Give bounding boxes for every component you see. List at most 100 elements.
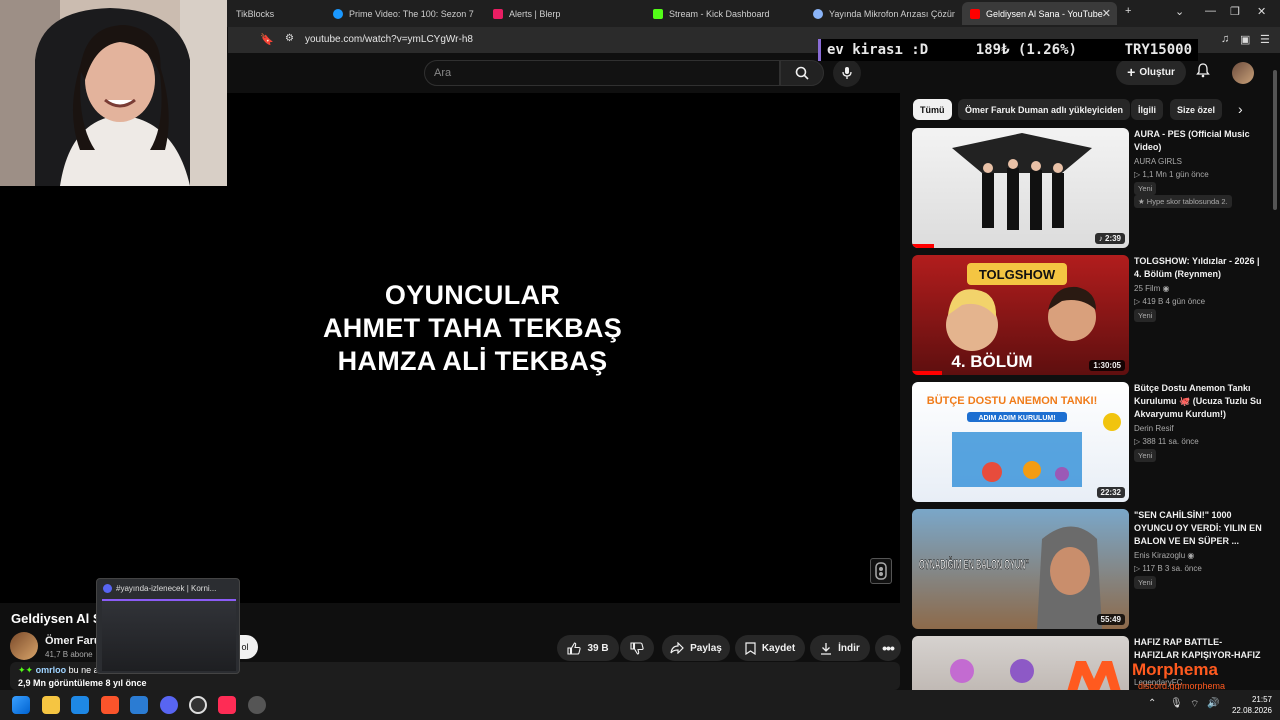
new-badge: Yeni <box>1134 309 1157 322</box>
video-meta: ▷ 388 11 sa. önce <box>1134 437 1199 446</box>
video-credits: OYUNCULAR AHMET TAHA TEKBAŞ HAMZA ALİ TE… <box>0 279 945 378</box>
video-meta: ▷ 117 B 3 sa. önce <box>1134 564 1202 573</box>
tab-kick[interactable]: Stream - Kick Dashboard <box>645 2 795 25</box>
discord-taskbar-preview[interactable]: #yayında-izlenecek | Korni... <box>96 578 240 674</box>
more-actions-button[interactable]: ••• <box>875 635 901 661</box>
streamer-webcam-image <box>0 0 227 186</box>
preview-title: #yayında-izlenecek | Korni... <box>116 584 217 593</box>
mail-icon[interactable] <box>130 696 148 714</box>
tab-tikblocks[interactable]: TikBlocks <box>228 2 318 25</box>
thumbs-up-icon <box>567 641 582 655</box>
tab-label: Stream - Kick Dashboard <box>669 8 770 19</box>
create-button[interactable]: + Oluştur <box>1116 59 1186 85</box>
preview-thumbnail <box>102 599 236 671</box>
start-menu-icon[interactable] <box>12 696 30 714</box>
video-duration: 55:49 <box>1096 614 1125 625</box>
chip-all[interactable]: Tümü <box>913 99 952 120</box>
video-title: "SEN CAHİLSİN!" 1000 OYUNCU OY VERDİ: YI… <box>1134 510 1262 546</box>
dislike-button[interactable] <box>620 635 654 661</box>
close-window-icon[interactable]: ✕ <box>1257 5 1266 18</box>
clock-time: 21:57 <box>1251 695 1272 704</box>
share-button[interactable]: Paylaş <box>662 635 730 661</box>
tab-label: Prime Video: The 100: Sezon 7 <box>349 8 474 19</box>
video-thumbnail: BÜTÇE DOSTU ANEMON TANKI! ADIM ADIM KURU… <box>912 382 1129 502</box>
tray-chevron-up-icon[interactable]: ⌃ <box>1148 698 1156 709</box>
download-label: İndir <box>838 642 860 654</box>
stream-chat-line: ✦✦ omrloo bu ne a <box>18 665 99 676</box>
tab-youtube[interactable]: Geldiysen Al Sana - YouTube ✕ <box>962 2 1117 25</box>
plus-icon: + <box>1127 64 1136 80</box>
thumb-text: 4. BÖLÜM <box>951 352 1032 371</box>
menu-icon[interactable]: ☰ <box>1260 33 1270 46</box>
discord-app-icon[interactable] <box>160 696 178 714</box>
page-scrollbar[interactable] <box>1272 58 1278 688</box>
obs-icon[interactable] <box>189 696 207 714</box>
file-explorer-icon[interactable] <box>42 696 60 714</box>
notifications-bell-icon[interactable] <box>1196 63 1210 81</box>
site-info-icon[interactable]: ⚙ <box>285 33 294 44</box>
chip-related[interactable]: İlgili <box>1131 99 1163 120</box>
windows-taskbar: ⌃ 🎙 ⌔ 🔊 21:57 22.08.2026 <box>0 690 1280 720</box>
volume-icon[interactable]: 🔊 <box>1207 698 1219 709</box>
video-channel[interactable]: Enis Kirazoglu ◉ <box>1134 551 1194 560</box>
ticker-left: ev kirası :D <box>827 42 929 58</box>
gemini-icon <box>813 8 823 19</box>
tab-gemini[interactable]: Yayında Mikrofon Arızası Çözümü <box>805 2 955 25</box>
system-clock[interactable]: 21:57 22.08.2026 <box>1232 694 1272 716</box>
tray-mic-icon[interactable]: 🎙 <box>1170 698 1183 709</box>
video-meta: ▷ 419 B 4 gün önce <box>1134 297 1206 306</box>
video-meta: ▷ 1,1 Mn 1 gün önce <box>1134 170 1209 179</box>
youtube-icon <box>970 8 980 19</box>
restore-icon[interactable]: ❐ <box>1230 5 1240 18</box>
scrollbar-thumb[interactable] <box>1273 70 1277 210</box>
tab-prime-video[interactable]: Prime Video: The 100: Sezon 7 <box>325 2 475 25</box>
ticker-right: TRY15000 <box>1124 42 1192 58</box>
close-tab-icon[interactable]: ✕ <box>1102 7 1111 20</box>
chat-username: omrloo <box>35 665 67 675</box>
thumbs-down-icon <box>630 641 644 655</box>
download-icon <box>821 642 832 655</box>
search-button[interactable] <box>780 60 824 86</box>
like-button[interactable]: 39 B <box>557 635 619 661</box>
settings-gear-icon[interactable] <box>248 696 266 714</box>
sidebar-icon[interactable]: ▣ <box>1240 33 1250 46</box>
chat-badges-icon: ✦✦ <box>18 665 34 675</box>
store-icon[interactable] <box>71 696 89 714</box>
new-tab-button[interactable]: + <box>1125 5 1131 17</box>
tab-label: Alerts | Blerp <box>509 8 561 19</box>
chip-from-uploader[interactable]: Ömer Faruk Duman adlı yükleyiciden <box>958 99 1131 120</box>
voice-search-button[interactable] <box>833 59 861 87</box>
thumb-top-text: TOLGSHOW <box>979 267 1056 282</box>
bookmark-save-icon <box>745 641 756 655</box>
account-avatar[interactable] <box>1232 62 1254 84</box>
wifi-icon[interactable]: ⌔ <box>1190 698 1199 711</box>
video-channel[interactable]: Derin Resif <box>1134 424 1174 433</box>
recommended-video[interactable]: TOLGSHOW 4. BÖLÜM 1:30:05 TOLGSHOW: Yıld… <box>912 255 1272 375</box>
new-badge: Yeni <box>1134 449 1157 462</box>
video-duration: 22:32 <box>1096 487 1125 498</box>
chevron-right-icon[interactable]: › <box>1238 101 1243 117</box>
search-input[interactable]: Ara <box>424 60 780 86</box>
music-icon[interactable]: ♫ <box>1221 33 1229 45</box>
recommended-video[interactable]: ♪ 2:39 AURA - PES (Official Music Video)… <box>912 128 1272 248</box>
save-button[interactable]: Kaydet <box>735 635 805 661</box>
recommended-video[interactable]: OYNADIĞIM EN BALON OYUN" 55:49 "SEN CAHİ… <box>912 509 1272 629</box>
prime-video-icon <box>333 8 343 19</box>
channel-avatar[interactable] <box>10 632 38 660</box>
video-channel[interactable]: AURA GIRLS <box>1134 157 1182 166</box>
ticker-mid: 189₺ (1.26%) <box>975 42 1077 58</box>
preview-header: #yayında-izlenecek | Korni... <box>103 584 216 593</box>
download-button[interactable]: İndir <box>810 635 870 661</box>
bookmark-icon[interactable]: 🔖 <box>260 33 274 46</box>
minimize-icon[interactable]: — <box>1205 5 1216 17</box>
subscriber-count: 41,7 B abone <box>45 650 93 659</box>
tiktok-icon[interactable] <box>218 696 236 714</box>
video-channel[interactable]: 25 Film ◉ <box>1134 284 1169 293</box>
video-duration: 1:30:05 <box>1089 360 1125 371</box>
tab-blerp[interactable]: Alerts | Blerp <box>485 2 635 25</box>
recommended-video[interactable]: BÜTÇE DOSTU ANEMON TANKI! ADIM ADIM KURU… <box>912 382 1272 502</box>
brave-browser-icon[interactable] <box>101 696 119 714</box>
chip-for-you[interactable]: Size özel <box>1170 99 1223 120</box>
url-field[interactable]: youtube.com/watch?v=ymLCYgWr-h8 <box>305 34 473 45</box>
chevron-down-icon[interactable]: ⌄ <box>1175 5 1184 18</box>
